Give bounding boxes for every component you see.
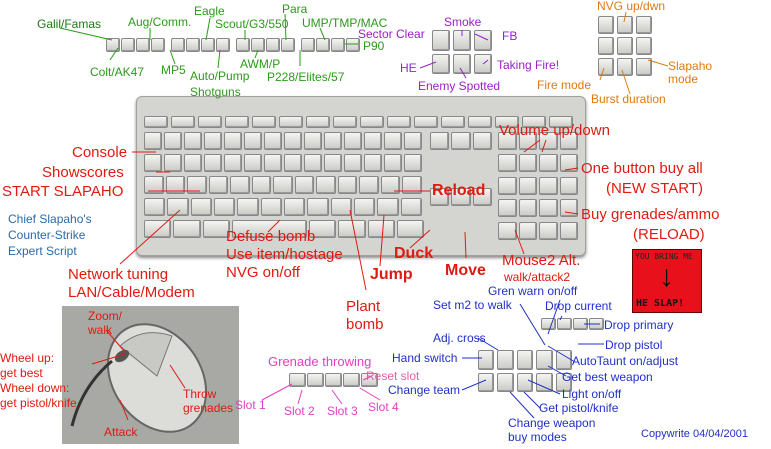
label-para: Para — [282, 2, 308, 16]
label-drop-current: Drop current — [545, 299, 612, 313]
label-buy-grenades: Buy grenades/ammo — [581, 206, 720, 223]
label-fb: FB — [502, 29, 518, 43]
label-network: Network tuning LAN/Cable/Modem — [68, 266, 195, 301]
label-reload: Reload — [432, 182, 486, 199]
label-change-weapon: Change weapon buy modes — [508, 416, 596, 445]
label-shotguns: Shotguns — [190, 85, 241, 99]
label-defuse: Defuse bomb Use item/hostage NVG on/off — [226, 228, 343, 281]
label-slot1: Slot 1 — [235, 398, 266, 412]
label-colt: Colt/AK47 — [90, 65, 145, 79]
label-slot3: Slot 3 — [327, 404, 358, 418]
label-fire-mode: Fire mode — [537, 78, 592, 92]
label-grenade-throwing: Grenade throwing — [268, 354, 372, 369]
label-throw: Throw grenades — [183, 387, 234, 416]
label-p228: P228/Elites/57 — [267, 70, 345, 84]
label-one-button: One button buy all — [581, 160, 703, 177]
label-get-pistol: Get pistol/knife — [539, 401, 619, 415]
label-autotaunt: AutoTaunt on/adjust — [572, 354, 679, 368]
label-reset-slot: Reset slot — [366, 369, 420, 383]
label-auto-pump: Auto/Pump — [190, 69, 250, 83]
label-awm: AWM/P — [240, 57, 281, 71]
label-burst: Burst duration — [591, 92, 666, 106]
label-taking-fire: Taking Fire! — [497, 58, 560, 72]
label-start: START SLAPAHO — [2, 183, 124, 200]
label-jump: Jump — [370, 266, 413, 283]
label-volume: Volume up/down — [499, 122, 610, 139]
label-slot4: Slot 4 — [368, 400, 399, 414]
label-showscores: Showscores — [42, 164, 124, 181]
label-new-start: (NEW START) — [606, 180, 703, 197]
label-duck: Duck — [394, 245, 434, 262]
label-hand-switch: Hand switch — [392, 351, 458, 365]
label-nvg: NVG up/dwn — [597, 0, 666, 13]
label-mouse2: Mouse2 Alt. — [502, 252, 581, 269]
label-p90: P90 — [363, 39, 385, 53]
label-mouse2b: walk/attack2 — [504, 270, 571, 284]
label-get-best: Get best weapon — [562, 370, 653, 384]
label-he: HE — [400, 61, 417, 75]
label-move: Move — [445, 262, 486, 279]
label-sector-clear: Sector Clear — [358, 27, 425, 41]
label-mp5: MP5 — [161, 63, 186, 77]
label-reload-paren: (RELOAD) — [633, 226, 705, 243]
label-wheel: Wheel up: get best Wheel down: get pisto… — [0, 351, 77, 410]
label-zoom: Zoom/ walk — [88, 309, 123, 338]
label-adj-cross: Adj. cross — [433, 331, 486, 345]
label-attack: Attack — [104, 425, 138, 439]
label-chief: Chief Slapaho's Counter-Strike Expert Sc… — [8, 212, 92, 259]
label-slapaho-mode: Slapaho mode — [668, 59, 713, 86]
label-drop-primary: Drop primary — [604, 318, 674, 332]
label-console: Console — [72, 144, 128, 161]
label-slot2: Slot 2 — [284, 404, 315, 418]
label-set-m2: Set m2 to walk — [433, 298, 512, 312]
label-drop-pistol: Drop pistol — [605, 338, 663, 352]
label-gren-warn: Gren warn on/off — [488, 284, 578, 298]
label-copyright: Copywrite 04/04/2001 — [641, 428, 749, 440]
label-eagle: Eagle — [194, 4, 225, 18]
label-light: Light on/off — [562, 387, 622, 401]
label-aug: Aug/Comm. — [128, 15, 192, 29]
label-change-team: Change team — [388, 383, 461, 397]
label-smoke: Smoke — [444, 15, 482, 29]
label-scout: Scout/G3/550 — [215, 17, 289, 31]
label-plant: Plant bomb — [346, 298, 384, 333]
label-galil: Galil/Famas — [37, 17, 102, 31]
label-enemy-spotted: Enemy Spotted — [418, 79, 501, 93]
